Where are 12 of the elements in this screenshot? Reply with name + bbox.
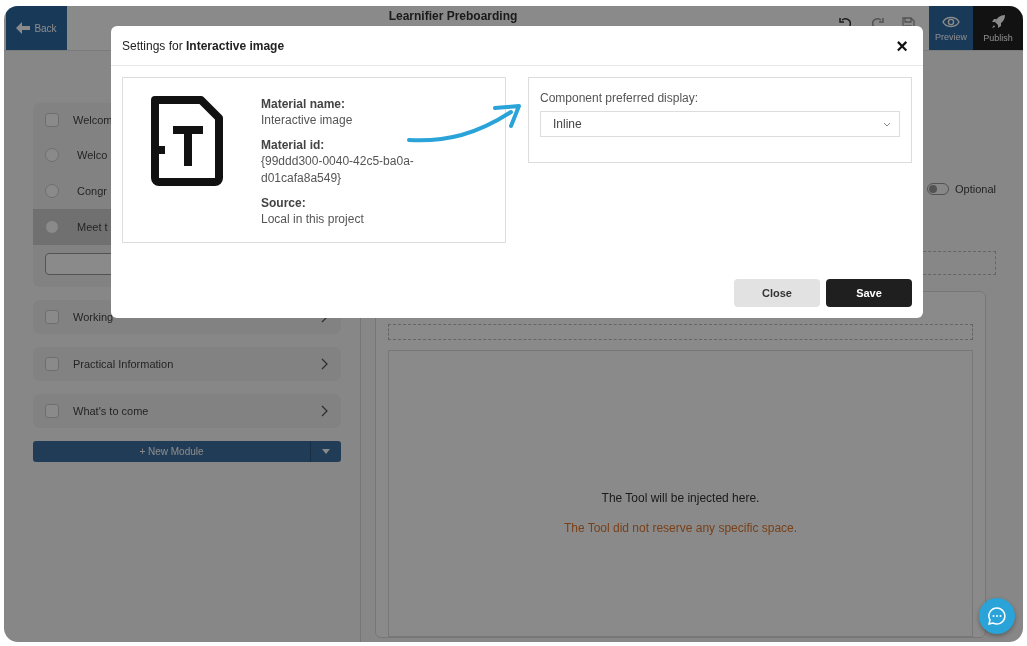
display-label: Component preferred display: <box>540 91 700 105</box>
detail-label: Source: <box>261 195 307 211</box>
tool-warning: The Tool did not reserve any specific space. <box>563 521 798 535</box>
detail-value: {99ddd300-0040-42c5-ba0a-d01cafa8a549} <box>261 153 415 187</box>
optional-label: Optional <box>955 183 996 195</box>
detail-value: Interactive image <box>261 112 354 129</box>
detail-label: Material name: <box>261 96 347 112</box>
course-title: Learnifier Preboarding <box>388 9 518 23</box>
detail-value: Local in this project <box>261 211 365 228</box>
detail-label: Material id: <box>261 137 326 153</box>
tool-message: The Tool will be injected here. <box>601 491 760 505</box>
dialog-title: Settings for Interactive image <box>122 38 286 53</box>
